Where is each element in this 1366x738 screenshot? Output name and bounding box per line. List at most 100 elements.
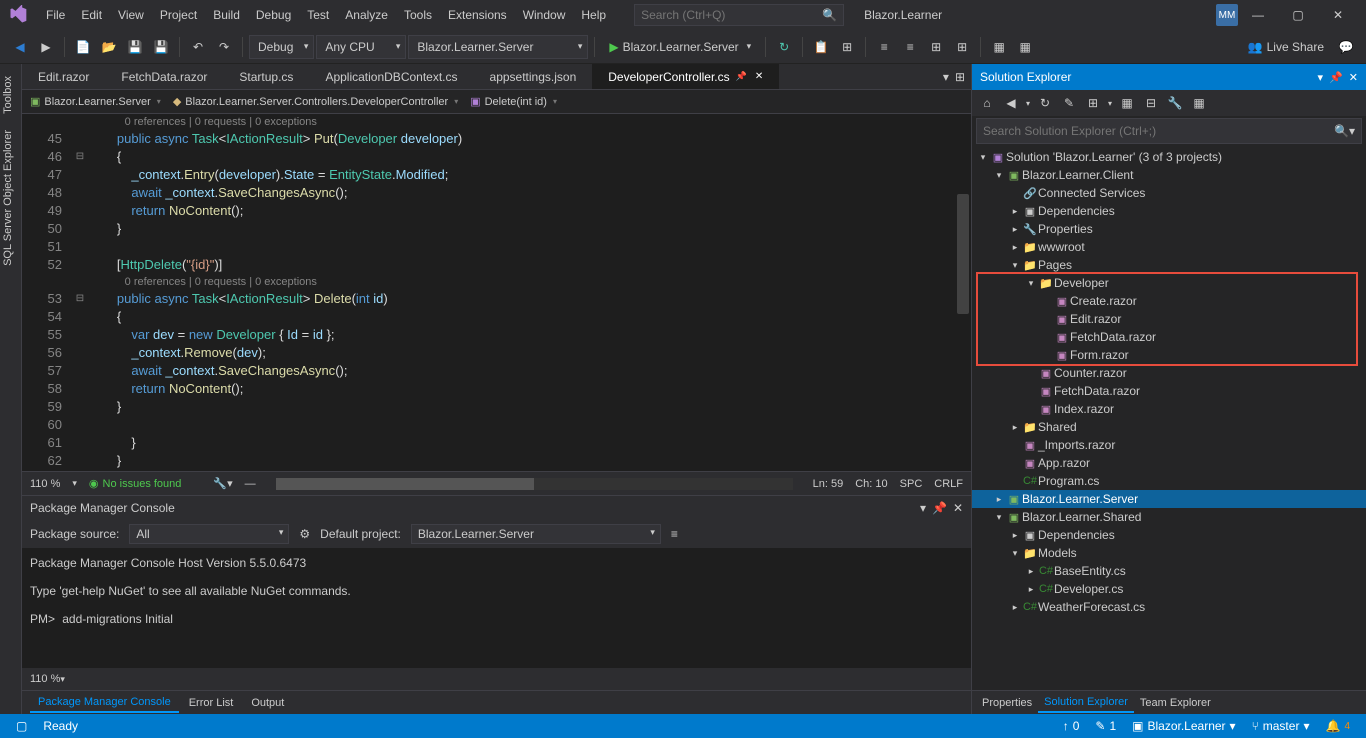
live-share-button[interactable]: 👥Live Share [1240,40,1332,54]
file-tab[interactable]: DeveloperController.cs📌✕ [592,64,779,89]
tree-node[interactable]: ▸C#Developer.cs [972,580,1366,598]
status-errors[interactable]: ↑ 0 [1055,719,1088,733]
nav-back-button[interactable]: ◀ [8,35,32,59]
tree-node[interactable]: C#Program.cs [972,472,1366,490]
tree-node[interactable]: ▾▣Solution 'Blazor.Learner' (3 of 3 proj… [972,148,1366,166]
tree-node[interactable]: ▸🔧Properties [972,220,1366,238]
menu-view[interactable]: View [110,0,152,30]
minimize-button[interactable]: — [1238,0,1278,30]
tree-node[interactable]: ▾▣Blazor.Learner.Client [972,166,1366,184]
tab-menu-icon[interactable]: ⊞ [955,70,965,84]
tool-icon-5[interactable]: ⊞ [924,35,948,59]
file-tab[interactable]: Startup.cs [223,64,309,89]
horizontal-scrollbar[interactable] [276,478,793,490]
maximize-button[interactable]: ▢ [1278,0,1318,30]
tree-node[interactable]: ▾📁Pages [972,256,1366,274]
status-warnings[interactable]: ✎ 1 [1087,719,1124,733]
tree-node[interactable]: ▣Counter.razor [972,364,1366,382]
tool-icon-1[interactable]: 📋 [809,35,833,59]
tool-menu-icon[interactable]: — [245,478,256,490]
menu-help[interactable]: Help [573,0,614,30]
bottom-tab[interactable]: Error List [181,694,242,712]
tool-icon[interactable]: 🔧▾ [213,477,232,490]
feedback-button[interactable]: 💬 [1334,35,1358,59]
menu-window[interactable]: Window [515,0,574,30]
bottom-tab[interactable]: Package Manager Console [30,693,179,713]
tool-icon-7[interactable]: ▦ [987,35,1011,59]
se-preview-icon[interactable]: ▦ [1190,94,1208,112]
right-tab[interactable]: Team Explorer [1134,694,1217,712]
toolbox-tab[interactable]: Toolbox [0,68,21,122]
redo-button[interactable]: ↷ [212,35,236,59]
refresh-icon[interactable]: ↻ [772,35,796,59]
right-tab[interactable]: Properties [976,694,1038,712]
issues-indicator[interactable]: ◉No issues found [89,477,182,490]
pmc-dropdown-icon[interactable]: ▾ [920,501,926,515]
status-notifications[interactable]: 🔔4 [1317,719,1358,733]
menu-file[interactable]: File [38,0,73,30]
tree-node[interactable]: 🔗Connected Services [972,184,1366,202]
se-showall-icon[interactable]: ▦ [1118,94,1136,112]
tree-node[interactable]: ▸C#WeatherForecast.cs [972,598,1366,616]
breadcrumb-class[interactable]: ◆Blazor.Learner.Server.Controllers.Devel… [173,95,458,108]
tree-node[interactable]: ▣FetchData.razor [972,328,1366,346]
breadcrumb-method[interactable]: ▣Delete(int id) [470,95,557,108]
startup-project-dropdown[interactable]: Blazor.Learner.Server [408,35,588,59]
pmc-settings-icon[interactable]: ⚙ [299,527,310,541]
editor-scrollbar[interactable] [957,194,969,314]
status-project[interactable]: ▣ Blazor.Learner ▾ [1124,719,1243,733]
pmc-list-icon[interactable]: ≡ [671,527,678,541]
menu-test[interactable]: Test [299,0,337,30]
menu-extensions[interactable]: Extensions [440,0,515,30]
config-dropdown[interactable]: Debug [249,35,314,59]
tree-node[interactable]: ▣_Imports.razor [972,436,1366,454]
menu-analyze[interactable]: Analyze [337,0,396,30]
tree-node[interactable]: ▾▣Blazor.Learner.Shared [972,508,1366,526]
open-file-button[interactable]: 📂 [97,35,121,59]
quick-search-input[interactable] [641,8,822,22]
status-branch[interactable]: ⑂ master ▾ [1244,719,1318,733]
tree-node[interactable]: ▸C#BaseEntity.cs [972,562,1366,580]
file-tab[interactable]: FetchData.razor [105,64,223,89]
tree-node[interactable]: ▣FetchData.razor [972,382,1366,400]
close-button[interactable]: ✕ [1318,0,1358,30]
tree-node[interactable]: ▸📁Shared [972,418,1366,436]
sql-server-tab[interactable]: SQL Server Object Explorer [0,122,21,274]
right-tab[interactable]: Solution Explorer [1038,693,1134,713]
tree-node[interactable]: ▸📁wwwroot [972,238,1366,256]
user-avatar[interactable]: MM [1216,4,1238,26]
file-tab[interactable]: appsettings.json [474,64,593,89]
file-tab[interactable]: Edit.razor [22,64,105,89]
pmc-project-dropdown[interactable]: Blazor.Learner.Server [411,524,661,544]
quick-search-box[interactable]: 🔍 [634,4,844,26]
menu-edit[interactable]: Edit [73,0,110,30]
se-props-icon[interactable]: 🔧 [1166,94,1184,112]
se-search-input[interactable] [983,124,1334,138]
se-pin-icon[interactable]: 📌 [1329,71,1343,84]
tree-node[interactable]: ▣Create.razor [972,292,1366,310]
new-project-button[interactable]: 📄 [71,35,95,59]
code-editor[interactable]: 454647484950515253545556575859606162 ⊟⊟ … [22,114,971,471]
se-pen-icon[interactable]: ✎ [1060,94,1078,112]
tree-node[interactable]: ▣Index.razor [972,400,1366,418]
breadcrumb-project[interactable]: ▣Blazor.Learner.Server [30,95,161,108]
menu-tools[interactable]: Tools [396,0,440,30]
tool-icon-2[interactable]: ⊞ [835,35,859,59]
tree-node[interactable]: ▣Edit.razor [972,310,1366,328]
tree-node[interactable]: ▾📁Developer [972,274,1366,292]
se-home-icon[interactable]: ⌂ [978,94,996,112]
pmc-close-icon[interactable]: ✕ [953,501,963,515]
se-close-icon[interactable]: ✕ [1349,71,1358,84]
bottom-tab[interactable]: Output [243,694,292,712]
tree-node[interactable]: ▣App.razor [972,454,1366,472]
undo-button[interactable]: ↶ [186,35,210,59]
platform-dropdown[interactable]: Any CPU [316,35,406,59]
tool-icon-4[interactable]: ≡ [898,35,922,59]
nav-forward-button[interactable]: ▶ [34,35,58,59]
status-square-icon[interactable]: ▢ [8,719,35,733]
se-collapse-icon[interactable]: ⊟ [1142,94,1160,112]
tool-icon-8[interactable]: ▦ [1013,35,1037,59]
se-dropdown-icon[interactable]: ▾ [1318,71,1324,84]
line-ending[interactable]: CRLF [934,478,963,490]
se-search-box[interactable]: 🔍▾ [976,118,1362,144]
